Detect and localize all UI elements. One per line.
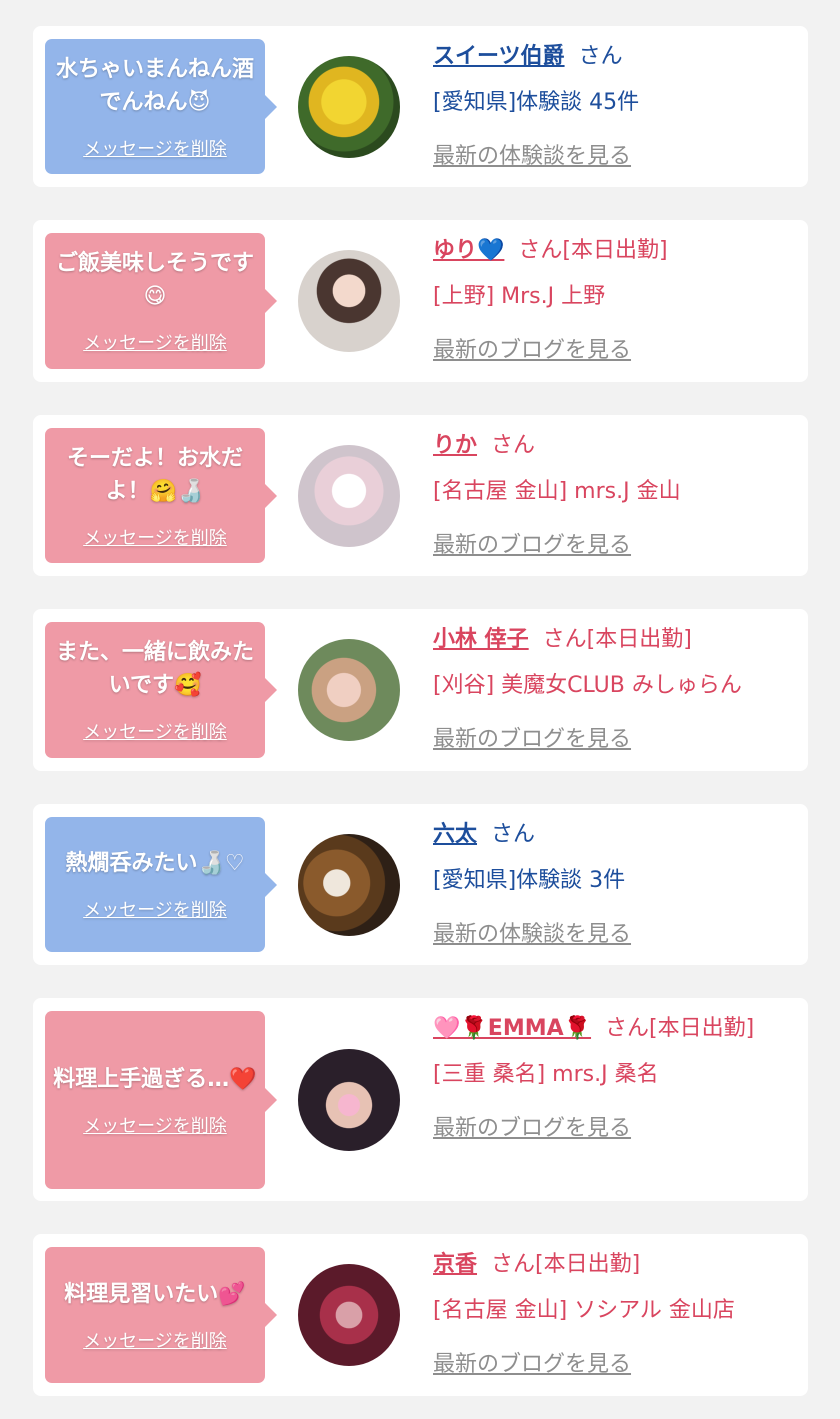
avatar[interactable] [298, 1264, 400, 1366]
message-bubble: そーだよ！お水だよ！🤗🍶 メッセージを削除 [45, 428, 277, 563]
user-info: 🩷🌹EMMA🌹 さん[本日出勤] [三重 桑名] mrs.J 桑名 最新のブログを… [433, 1012, 798, 1144]
message-text: 熱燗呑みたい🍶♡ [65, 851, 245, 876]
latest-post-link[interactable]: 最新のブログを見る [433, 725, 798, 755]
message-text: 料理見習いたい💕 [64, 1281, 246, 1307]
avatar[interactable] [298, 639, 400, 741]
user-name-link[interactable]: ゆり💙 [433, 238, 504, 263]
list-item: 料理見習いたい💕 メッセージを削除 京香 さん[本日出勤] [名古屋 金山] ソシ… [33, 1234, 808, 1396]
honorific-label: さん[本日出勤] [491, 1252, 641, 1277]
delete-message-link[interactable]: メッセージを削除 [83, 329, 227, 355]
message-text: そーだよ！お水だよ！🤗🍶 [66, 445, 243, 504]
message-text: 水ちゃいまんねん酒でんねん😈 [55, 56, 254, 115]
message-text: 料理上手過ぎる…❤️ [53, 1066, 257, 1092]
delete-message-link[interactable]: メッセージを削除 [83, 524, 227, 550]
message-bubble: ご飯美味しそうです😋 メッセージを削除 [45, 233, 277, 369]
message-bubble: 料理見習いたい💕 メッセージを削除 [45, 1247, 277, 1383]
avatar[interactable] [298, 56, 400, 158]
latest-post-link[interactable]: 最新の体験談を見る [433, 920, 798, 950]
user-detail: [刈谷] 美魔女CLUB みしゅらん [433, 673, 742, 698]
list-item: ご飯美味しそうです😋 メッセージを削除 ゆり💙 さん[本日出勤] [上野] Mrs… [33, 220, 808, 382]
delete-message-link[interactable]: メッセージを削除 [83, 896, 227, 922]
user-info: 六太 さん [愛知県]体験談 3件 最新の体験談を見る [433, 818, 798, 950]
user-info: りか さん [名古屋 金山] mrs.J 金山 最新のブログを見る [433, 429, 798, 561]
list-item: 料理上手過ぎる…❤️ メッセージを削除 🩷🌹EMMA🌹 さん[本日出勤] [三重 … [33, 998, 808, 1201]
list-item: 熱燗呑みたい🍶♡ メッセージを削除 六太 さん [愛知県]体験談 3件 最新の体験… [33, 804, 808, 965]
delete-message-link[interactable]: メッセージを削除 [83, 1327, 227, 1353]
user-detail: [名古屋 金山] mrs.J 金山 [433, 479, 681, 504]
message-text: ご飯美味しそうです😋 [55, 251, 254, 309]
message-bubble: 水ちゃいまんねん酒でんねん😈 メッセージを削除 [45, 39, 277, 174]
message-bubble: 熱燗呑みたい🍶♡ メッセージを削除 [45, 817, 277, 952]
message-list: 水ちゃいまんねん酒でんねん😈 メッセージを削除 スイーツ伯爵 さん [愛知県]体験… [0, 0, 840, 1419]
user-detail: [三重 桑名] mrs.J 桑名 [433, 1062, 659, 1087]
delete-message-link[interactable]: メッセージを削除 [83, 1112, 227, 1138]
avatar[interactable] [298, 1049, 400, 1151]
honorific-label: さん [491, 433, 536, 458]
user-info: 小林 倖子 さん[本日出勤] [刈谷] 美魔女CLUB みしゅらん 最新のブログを… [433, 623, 798, 755]
user-detail: [名古屋 金山] ソシアル 金山店 [433, 1298, 735, 1323]
user-name-link[interactable]: 六太 [433, 822, 477, 847]
message-text: また、一緒に飲みたいです🥰 [55, 640, 254, 698]
user-name-link[interactable]: 京香 [433, 1252, 477, 1277]
list-item: 水ちゃいまんねん酒でんねん😈 メッセージを削除 スイーツ伯爵 さん [愛知県]体験… [33, 26, 808, 187]
avatar[interactable] [298, 834, 400, 936]
latest-post-link[interactable]: 最新の体験談を見る [433, 142, 798, 172]
user-detail: [愛知県]体験談 3件 [433, 868, 626, 893]
message-bubble: 料理上手過ぎる…❤️ メッセージを削除 [45, 1011, 277, 1189]
latest-post-link[interactable]: 最新のブログを見る [433, 1350, 798, 1380]
latest-post-link[interactable]: 最新のブログを見る [433, 336, 798, 366]
honorific-label: さん[本日出勤] [542, 627, 692, 652]
honorific-label: さん [491, 822, 536, 847]
user-name-link[interactable]: 🩷🌹EMMA🌹 [433, 1016, 591, 1041]
user-detail: [愛知県]体験談 45件 [433, 90, 640, 115]
list-item: そーだよ！お水だよ！🤗🍶 メッセージを削除 りか さん [名古屋 金山] mrs.… [33, 415, 808, 576]
user-name-link[interactable]: 小林 倖子 [433, 627, 529, 652]
user-info: ゆり💙 さん[本日出勤] [上野] Mrs.J 上野 最新のブログを見る [433, 234, 798, 366]
delete-message-link[interactable]: メッセージを削除 [83, 718, 227, 744]
user-info: スイーツ伯爵 さん [愛知県]体験談 45件 最新の体験談を見る [433, 40, 798, 172]
latest-post-link[interactable]: 最新のブログを見る [433, 1114, 798, 1144]
avatar[interactable] [298, 250, 400, 352]
honorific-label: さん[本日出勤] [518, 238, 668, 263]
user-info: 京香 さん[本日出勤] [名古屋 金山] ソシアル 金山店 最新のブログを見る [433, 1248, 798, 1380]
avatar[interactable] [298, 445, 400, 547]
message-bubble: また、一緒に飲みたいです🥰 メッセージを削除 [45, 622, 277, 758]
list-item: また、一緒に飲みたいです🥰 メッセージを削除 小林 倖子 さん[本日出勤] [刈谷… [33, 609, 808, 771]
latest-post-link[interactable]: 最新のブログを見る [433, 531, 798, 561]
user-name-link[interactable]: スイーツ伯爵 [433, 44, 565, 69]
user-detail: [上野] Mrs.J 上野 [433, 284, 606, 309]
user-name-link[interactable]: りか [433, 433, 477, 458]
delete-message-link[interactable]: メッセージを削除 [83, 135, 227, 161]
honorific-label: さん [578, 44, 623, 69]
honorific-label: さん[本日出勤] [605, 1016, 755, 1041]
